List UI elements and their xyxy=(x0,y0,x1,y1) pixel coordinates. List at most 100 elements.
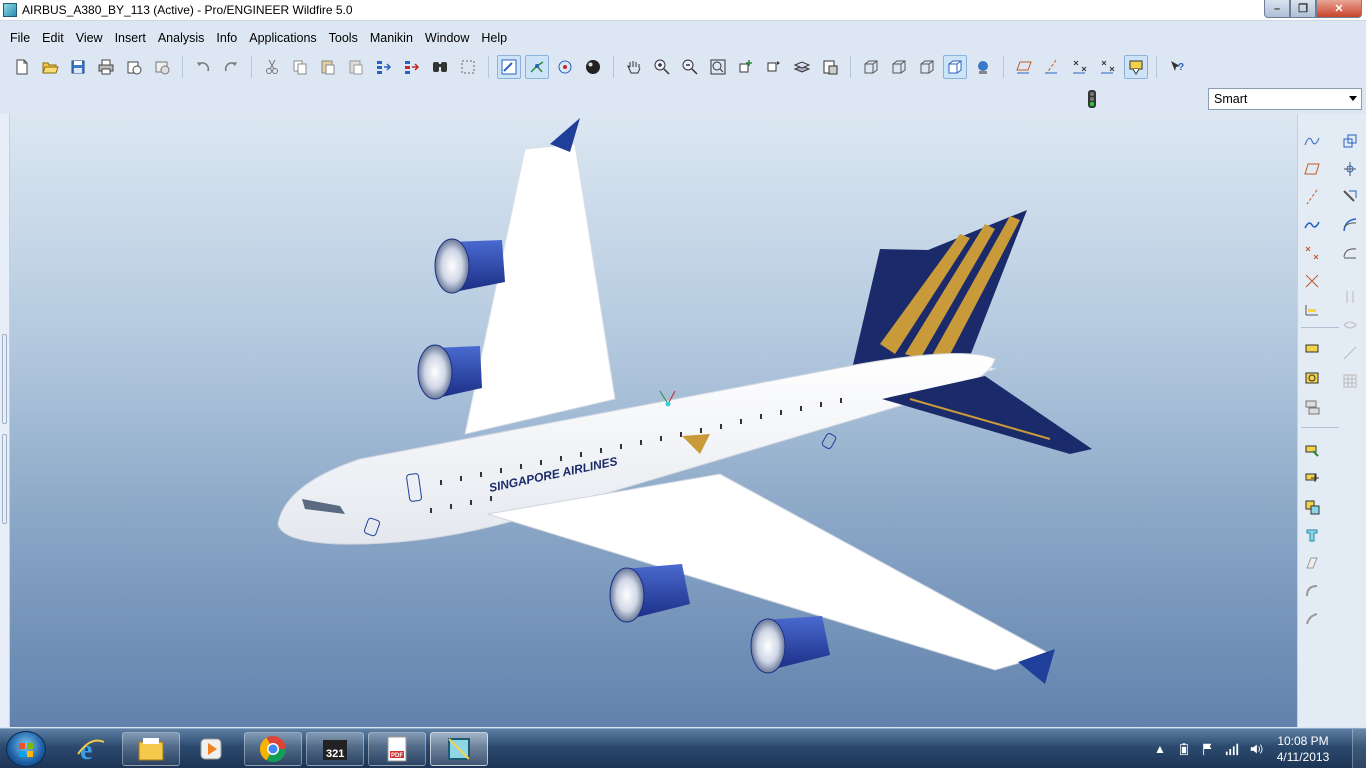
menu-analysis[interactable]: Analysis xyxy=(152,31,211,45)
selection-filter-dropdown[interactable]: Smart xyxy=(1208,88,1362,110)
menu-window[interactable]: Window xyxy=(419,31,475,45)
menu-view[interactable]: View xyxy=(70,31,109,45)
menu-applications[interactable]: Applications xyxy=(243,31,322,45)
volume-icon[interactable] xyxy=(1247,740,1265,758)
regenerate-icon[interactable] xyxy=(372,55,396,79)
hole-icon[interactable] xyxy=(1301,496,1323,518)
paste-icon[interactable] xyxy=(316,55,340,79)
draft-icon[interactable] xyxy=(1301,580,1323,602)
paste-special-icon[interactable] xyxy=(344,55,368,79)
media-player-classic-icon[interactable]: 321 xyxy=(306,732,364,766)
datum-point-icon[interactable] xyxy=(1301,242,1323,264)
copy-icon[interactable] xyxy=(288,55,312,79)
cut-icon[interactable] xyxy=(260,55,284,79)
regen-manager-icon[interactable] xyxy=(400,55,424,79)
print-icon[interactable] xyxy=(94,55,118,79)
thicken-icon[interactable] xyxy=(1339,286,1361,308)
merge-icon[interactable] xyxy=(1339,186,1361,208)
proe-icon[interactable] xyxy=(430,732,488,766)
show-desktop-button[interactable] xyxy=(1352,729,1366,768)
minimize-button[interactable]: – xyxy=(1264,0,1290,18)
datum-curve-icon[interactable] xyxy=(1301,214,1323,236)
repaint-icon[interactable] xyxy=(497,55,521,79)
find-icon[interactable] xyxy=(428,55,452,79)
datum-axis-icon[interactable] xyxy=(1301,186,1323,208)
menu-insert[interactable]: Insert xyxy=(109,31,152,45)
orient-mode-icon[interactable] xyxy=(553,55,577,79)
blend-icon[interactable] xyxy=(1301,440,1323,462)
sweep-icon[interactable] xyxy=(1301,396,1323,418)
redo-icon[interactable] xyxy=(219,55,243,79)
menu-help[interactable]: Help xyxy=(475,31,513,45)
offset-icon[interactable] xyxy=(1339,242,1361,264)
warp-icon[interactable] xyxy=(1339,342,1361,364)
grid-icon[interactable] xyxy=(1339,370,1361,392)
taskbar-clock[interactable]: 10:08 PM 4/11/2013 xyxy=(1268,733,1338,765)
spin-center-icon[interactable] xyxy=(525,55,549,79)
new-icon[interactable] xyxy=(10,55,34,79)
refit-icon[interactable] xyxy=(706,55,730,79)
reorient-icon[interactable] xyxy=(734,55,758,79)
wireframe-icon[interactable] xyxy=(818,55,842,79)
annotations-icon[interactable] xyxy=(1124,55,1148,79)
graphics-window[interactable]: SINGAPORE AIRLINES xyxy=(10,114,1297,727)
appearance-icon[interactable] xyxy=(581,55,605,79)
pdf-tool-icon[interactable]: PDF xyxy=(368,732,426,766)
sketch-icon[interactable] xyxy=(1301,130,1323,152)
mirror-icon[interactable] xyxy=(1339,158,1361,180)
action-center-flag-icon[interactable] xyxy=(1199,740,1217,758)
ie-icon[interactable]: e xyxy=(62,732,120,766)
menu-tools[interactable]: Tools xyxy=(323,31,364,45)
datum-plane-icon[interactable] xyxy=(1301,158,1323,180)
chrome-icon[interactable] xyxy=(244,732,302,766)
undo-icon[interactable] xyxy=(191,55,215,79)
maximize-button[interactable]: ❐ xyxy=(1290,0,1316,18)
save-icon[interactable] xyxy=(66,55,90,79)
panel-sash-grip[interactable] xyxy=(2,434,7,524)
menu-manikin[interactable]: Manikin xyxy=(364,31,419,45)
windows-explorer-icon[interactable] xyxy=(122,732,180,766)
shading-edges-icon[interactable] xyxy=(915,55,939,79)
coord-csys-icon[interactable] xyxy=(1301,298,1323,320)
panel-sash-grip[interactable] xyxy=(2,334,7,424)
shading-icon[interactable] xyxy=(943,55,967,79)
pan-icon[interactable] xyxy=(622,55,646,79)
revolve-icon[interactable] xyxy=(1301,368,1323,390)
menu-edit[interactable]: Edit xyxy=(36,31,70,45)
datum-axes-icon[interactable] xyxy=(1040,55,1064,79)
no-hidden-icon[interactable] xyxy=(887,55,911,79)
round-icon[interactable] xyxy=(1301,608,1323,630)
svg-text:?: ? xyxy=(1178,62,1184,73)
extrude-icon[interactable] xyxy=(1301,340,1323,362)
open-icon[interactable] xyxy=(38,55,62,79)
media-player-icon[interactable] xyxy=(182,732,240,766)
windows-taskbar: e 321 PDF ▲ 10:08 PM 4/11/2013 xyxy=(0,728,1366,768)
network-signal-icon[interactable] xyxy=(1223,740,1241,758)
layers-icon[interactable] xyxy=(790,55,814,79)
context-help-icon[interactable]: ? xyxy=(1165,55,1189,79)
datum-points-icon[interactable] xyxy=(1068,55,1092,79)
trim-icon[interactable] xyxy=(1339,214,1361,236)
saved-views-icon[interactable] xyxy=(762,55,786,79)
show-hidden-icons-icon[interactable]: ▲ xyxy=(1151,740,1169,758)
start-button[interactable] xyxy=(6,731,46,767)
coord-sys-icon[interactable] xyxy=(1096,55,1120,79)
send-mail-icon[interactable] xyxy=(122,55,146,79)
menu-info[interactable]: Info xyxy=(210,31,243,45)
pattern-icon[interactable] xyxy=(1339,130,1361,152)
hidden-line-icon[interactable] xyxy=(859,55,883,79)
point-offset-icon[interactable] xyxy=(1301,270,1323,292)
datum-planes-icon[interactable] xyxy=(1012,55,1036,79)
style-icon[interactable] xyxy=(1301,468,1323,490)
zoom-in-icon[interactable] xyxy=(650,55,674,79)
close-button[interactable]: ✕ xyxy=(1316,0,1362,18)
battery-icon[interactable] xyxy=(1175,740,1193,758)
send-attachment-icon[interactable] xyxy=(150,55,174,79)
realtime-render-icon[interactable] xyxy=(971,55,995,79)
select-box-icon[interactable] xyxy=(456,55,480,79)
menu-file[interactable]: File xyxy=(4,31,36,45)
zoom-out-icon[interactable] xyxy=(678,55,702,79)
solidify-icon[interactable] xyxy=(1339,314,1361,336)
shell-icon[interactable] xyxy=(1301,524,1323,546)
rib-icon[interactable] xyxy=(1301,552,1323,574)
